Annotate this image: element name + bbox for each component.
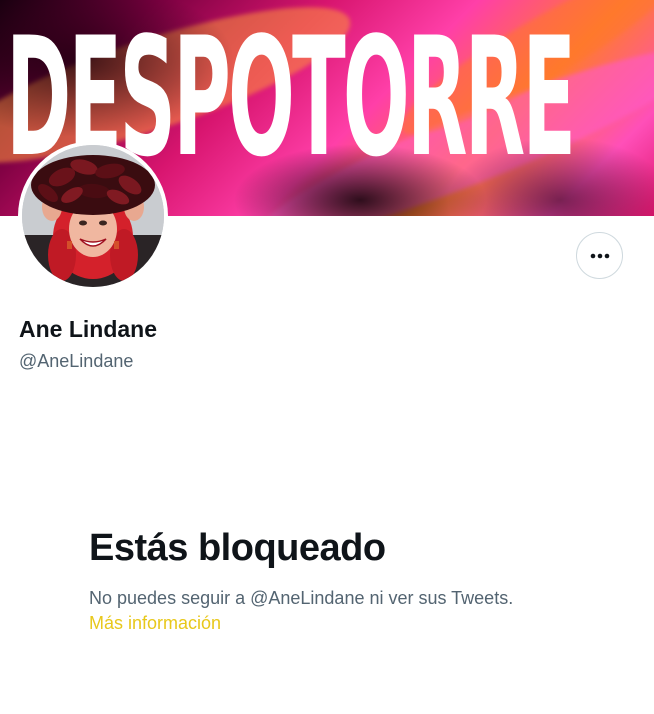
- avatar-photo: [22, 145, 164, 287]
- more-options-button[interactable]: [576, 232, 623, 279]
- avatar[interactable]: [18, 141, 168, 291]
- profile-handle: @AneLindane: [19, 351, 134, 371]
- more-info-link[interactable]: Más información: [89, 613, 221, 634]
- profile-name: Ane Lindane: [19, 316, 158, 342]
- avatar-image: [22, 145, 164, 287]
- blocked-description: No puedes seguir a @AneLindane ni ver su…: [89, 588, 514, 608]
- blocked-title: Estás bloqueado: [89, 527, 386, 569]
- more-horizontal-icon: [590, 253, 609, 258]
